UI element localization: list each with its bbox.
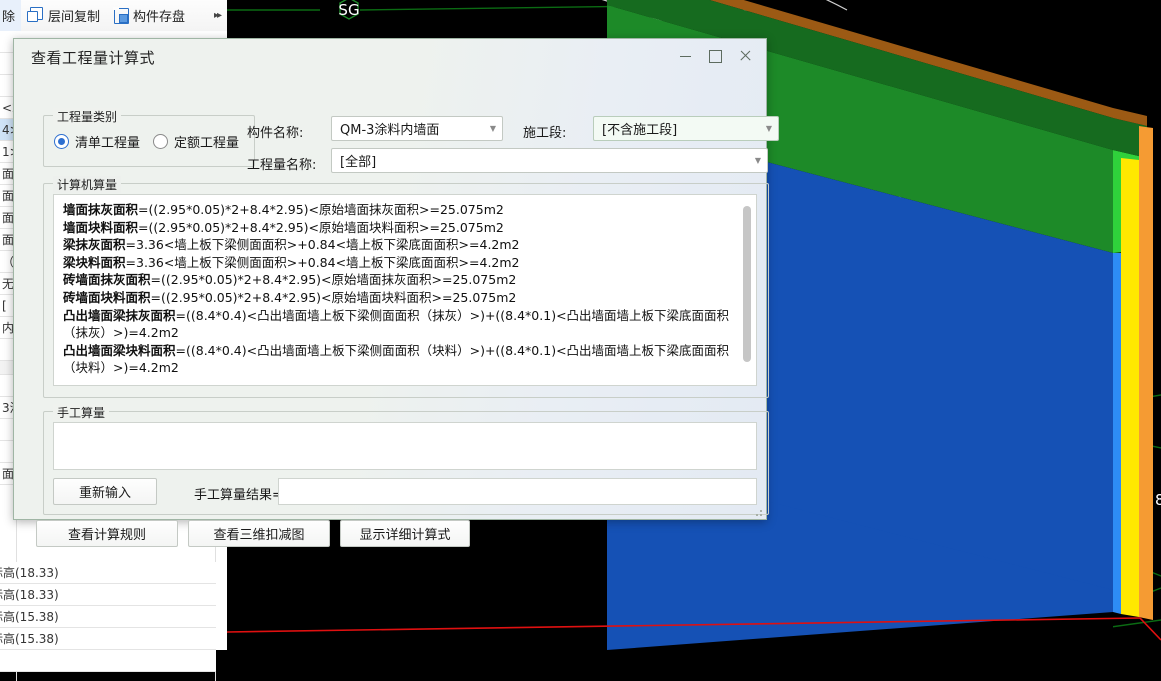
quantity-name-label: 工程量名称:	[247, 158, 317, 173]
manual-quantity-input[interactable]	[53, 422, 757, 470]
manual-result-label: 手工算量结果=	[194, 488, 283, 503]
show-detailed-formula-button[interactable]: 显示详细计算式	[340, 520, 470, 547]
quantity-name-value: [全部]	[340, 155, 377, 170]
formula-line: 凸出墙面梁块料面积=((8.4*0.4)<凸出墙面墙上板下梁侧面面积（块料）>)…	[63, 342, 748, 377]
construction-section-select[interactable]: [不含施工段] ▼	[593, 116, 779, 141]
formula-line-expression: =((2.95*0.05)*2+8.4*2.95)<原始墙面抹灰面积>=25.0…	[138, 202, 504, 217]
formula-line: 砖墙面抹灰面积=((2.95*0.05)*2+8.4*2.95)<原始墙面抹灰面…	[63, 271, 748, 289]
radio-unselected-icon	[153, 134, 169, 149]
formula-line-name: 砖墙面块料面积	[63, 289, 151, 305]
chevron-down-icon: ▼	[765, 124, 773, 133]
formula-line: 梁块料面积=3.36<墙上板下梁侧面面积>+0.84<墙上板下梁底面面积>=4.…	[63, 254, 748, 272]
computed-quantity-label: 计算机算量	[53, 176, 122, 193]
svg-text:SG: SG	[338, 1, 359, 19]
formula-line-name: 凸出墙面梁抹灰面积	[63, 307, 176, 323]
toolbar-item-delete-label: 除	[2, 10, 16, 25]
formula-line: 砖墙面块料面积=((2.95*0.05)*2+8.4*2.95)<原始墙面块料面…	[63, 289, 748, 307]
radio-list-quantity[interactable]: 清单工程量	[54, 132, 140, 151]
view-calculation-rules-button[interactable]: 查看计算规则	[36, 520, 178, 547]
toolbar-overflow-icon[interactable]: ▸▸	[207, 10, 227, 21]
manual-result-input[interactable]	[278, 478, 757, 505]
formula-scrollbar[interactable]	[740, 197, 754, 385]
maximize-button[interactable]	[700, 43, 730, 69]
formula-textarea[interactable]: 墙面抹灰面积=((2.95*0.05)*2+8.4*2.95)<原始墙面抹灰面积…	[53, 194, 757, 386]
component-name-select[interactable]: QM-3涂料内墙面 ▼	[331, 116, 503, 141]
reinput-button[interactable]: 重新输入	[53, 478, 157, 505]
bottom-row-list: 标高(18.33) 标高(18.33) 标高(15.38) 标高(15.38)	[0, 562, 216, 672]
formula-line-expression: =((2.95*0.05)*2+8.4*2.95)<原始墙面块料面积>=25.0…	[150, 289, 517, 305]
formula-scrollbar-thumb[interactable]	[743, 206, 751, 362]
list-item[interactable]: 标高(15.38)	[0, 606, 216, 628]
toolbar: 除 层间复制 构件存盘 ▸▸	[0, 0, 227, 32]
list-item[interactable]: 标高(18.33)	[0, 562, 216, 584]
formula-line-expression: =((2.95*0.05)*2+8.4*2.95)<原始墙面块料面积>=25.0…	[138, 219, 504, 235]
formula-line-name: 梁块料面积	[63, 254, 126, 270]
quantity-category-group: 工程量类别 清单工程量 定额工程量	[43, 108, 255, 167]
toolbar-item-copy-between-floors[interactable]: 层间复制	[21, 0, 106, 31]
formula-line-expression: =3.36<墙上板下梁侧面面积>+0.84<墙上板下梁底面面积>=4.2m2	[125, 237, 520, 253]
radio-selected-icon	[54, 134, 69, 149]
formula-line: 墙面抹灰面积=((2.95*0.05)*2+8.4*2.95)<原始墙面抹灰面积…	[63, 201, 748, 219]
formula-line: 凸出墙面梁抹灰面积=((8.4*0.4)<凸出墙面墙上板下梁侧面面积（抹灰）>)…	[63, 307, 748, 342]
dialog-titlebar[interactable]: 查看工程量计算式	[14, 39, 766, 73]
component-name-label: 构件名称:	[247, 126, 304, 141]
chevron-down-icon: ▼	[489, 124, 497, 133]
formula-line: 梁抹灰面积=3.36<墙上板下梁侧面面积>+0.84<墙上板下梁底面面积>=4.…	[63, 236, 748, 254]
radio-norm-quantity[interactable]: 定额工程量	[153, 132, 239, 151]
sg-label-marker: SG	[338, 0, 360, 20]
quantity-name-select[interactable]: [全部] ▼	[331, 148, 768, 173]
chevron-down-icon: ▼	[754, 156, 762, 165]
copy-between-floors-icon	[27, 7, 44, 24]
view-3d-deduction-button[interactable]: 查看三维扣减图	[188, 520, 330, 547]
construction-section-value: [不含施工段]	[602, 123, 678, 138]
maximize-icon	[708, 49, 722, 63]
formula-line-expression: =((2.95*0.05)*2+8.4*2.95)<原始墙面抹灰面积>=25.0…	[150, 272, 517, 288]
quantity-formula-dialog: 查看工程量计算式 工程量类别 清单工程量 定额工程量 构件名称: QM-3涂料内…	[13, 38, 779, 547]
viewport-label-8: 8	[1155, 491, 1161, 509]
component-name-value: QM-3涂料内墙面	[340, 123, 440, 138]
minimize-icon	[679, 55, 691, 57]
formula-line-name: 凸出墙面梁块料面积	[63, 342, 176, 358]
dialog-title: 查看工程量计算式	[31, 49, 156, 67]
save-component-icon	[112, 7, 130, 24]
formula-line-name: 梁抹灰面积	[63, 237, 126, 253]
formula-line-name: 砖墙面抹灰面积	[63, 272, 151, 288]
toolbar-item-save-component[interactable]: 构件存盘	[106, 0, 191, 31]
minimize-button[interactable]	[670, 43, 700, 69]
toolbar-item-delete[interactable]: 除	[0, 0, 22, 31]
radio-norm-quantity-label: 定额工程量	[174, 136, 240, 151]
list-item[interactable]: 标高(18.33)	[0, 584, 216, 606]
computed-quantity-group: 计算机算量 墙面抹灰面积=((2.95*0.05)*2+8.4*2.95)<原始…	[43, 176, 769, 398]
formula-line: 墙面块料面积=((2.95*0.05)*2+8.4*2.95)<原始墙面块料面积…	[63, 219, 748, 237]
construction-section-label: 施工段:	[523, 126, 567, 141]
radio-list-quantity-label: 清单工程量	[75, 136, 141, 151]
toolbar-item-save-label: 构件存盘	[133, 10, 186, 25]
list-item[interactable]: 标高(15.38)	[0, 628, 216, 650]
close-icon	[739, 50, 751, 62]
formula-line-name: 墙面块料面积	[63, 219, 139, 235]
formula-line-name: 墙面抹灰面积	[63, 202, 139, 217]
close-button[interactable]	[730, 43, 760, 69]
formula-line-expression: =3.36<墙上板下梁侧面面积>+0.84<墙上板下梁底面面积>=4.2m2	[125, 254, 520, 270]
quantity-category-label: 工程量类别	[53, 108, 122, 125]
manual-quantity-group: 手工算量 重新输入 手工算量结果=	[43, 404, 769, 515]
toolbar-item-copy-label: 层间复制	[48, 10, 101, 25]
manual-quantity-label: 手工算量	[53, 404, 110, 421]
resize-grip[interactable]	[752, 506, 763, 517]
